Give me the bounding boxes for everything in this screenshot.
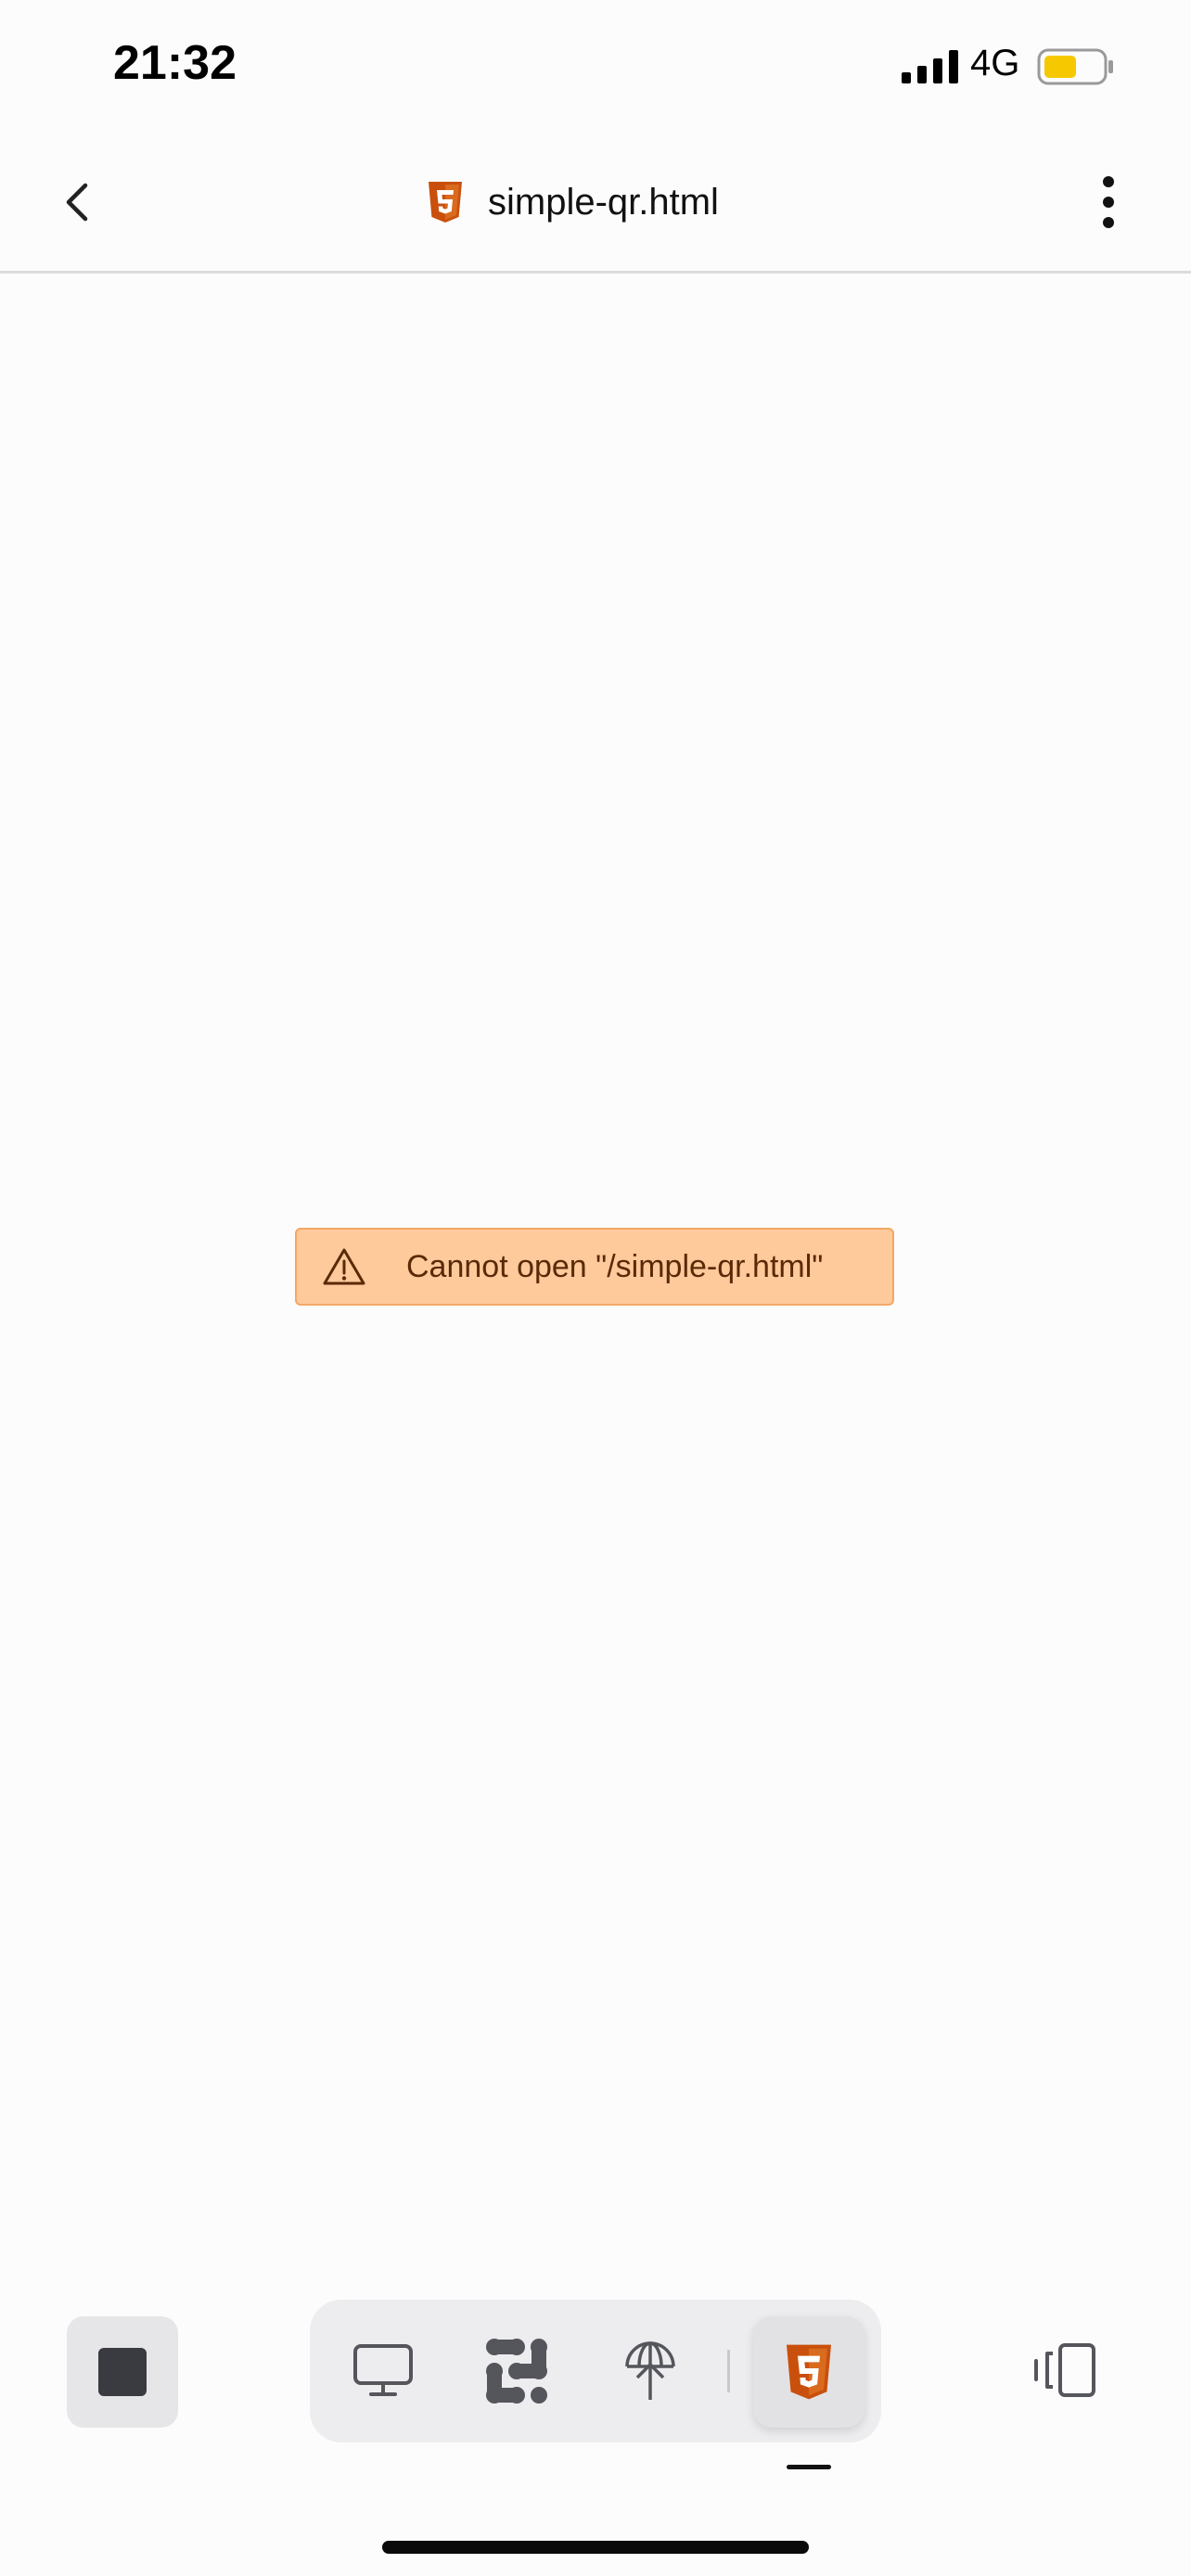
desktop-view-button[interactable]	[334, 2320, 432, 2422]
segment-separator	[727, 2350, 730, 2392]
cellular-signal-icon	[902, 50, 958, 83]
error-banner: Cannot open "/simple-qr.html"	[295, 1228, 894, 1306]
network-view-button[interactable]	[601, 2320, 699, 2422]
desktop-icon	[353, 2344, 413, 2396]
dots-grid-icon	[486, 2339, 547, 2404]
html5-icon	[429, 182, 462, 223]
components-view-button[interactable]	[467, 2320, 566, 2422]
active-segment-indicator	[787, 2465, 831, 2469]
chevron-left-icon	[66, 183, 88, 222]
more-options-button[interactable]	[1085, 165, 1132, 239]
back-button[interactable]	[45, 165, 111, 239]
warning-icon	[323, 1248, 365, 1285]
page-title-text: simple-qr.html	[488, 181, 719, 223]
html-preview-button[interactable]	[753, 2316, 864, 2428]
stop-button[interactable]	[67, 2316, 178, 2428]
battery-icon	[1037, 48, 1113, 85]
rotate-device-icon	[1034, 2343, 1095, 2397]
error-message: Cannot open "/simple-qr.html"	[406, 1248, 824, 1284]
html5-icon	[787, 2344, 831, 2400]
home-indicator	[382, 2541, 809, 2554]
status-time: 21:32	[113, 36, 237, 90]
page-title: simple-qr.html	[427, 174, 719, 230]
more-vertical-icon	[1103, 176, 1114, 228]
header-divider	[0, 271, 1191, 274]
rotate-device-button[interactable]	[1022, 2333, 1106, 2407]
stop-icon	[98, 2348, 147, 2396]
network-type: 4G	[970, 43, 1020, 83]
globe-upload-icon	[625, 2341, 675, 2400]
